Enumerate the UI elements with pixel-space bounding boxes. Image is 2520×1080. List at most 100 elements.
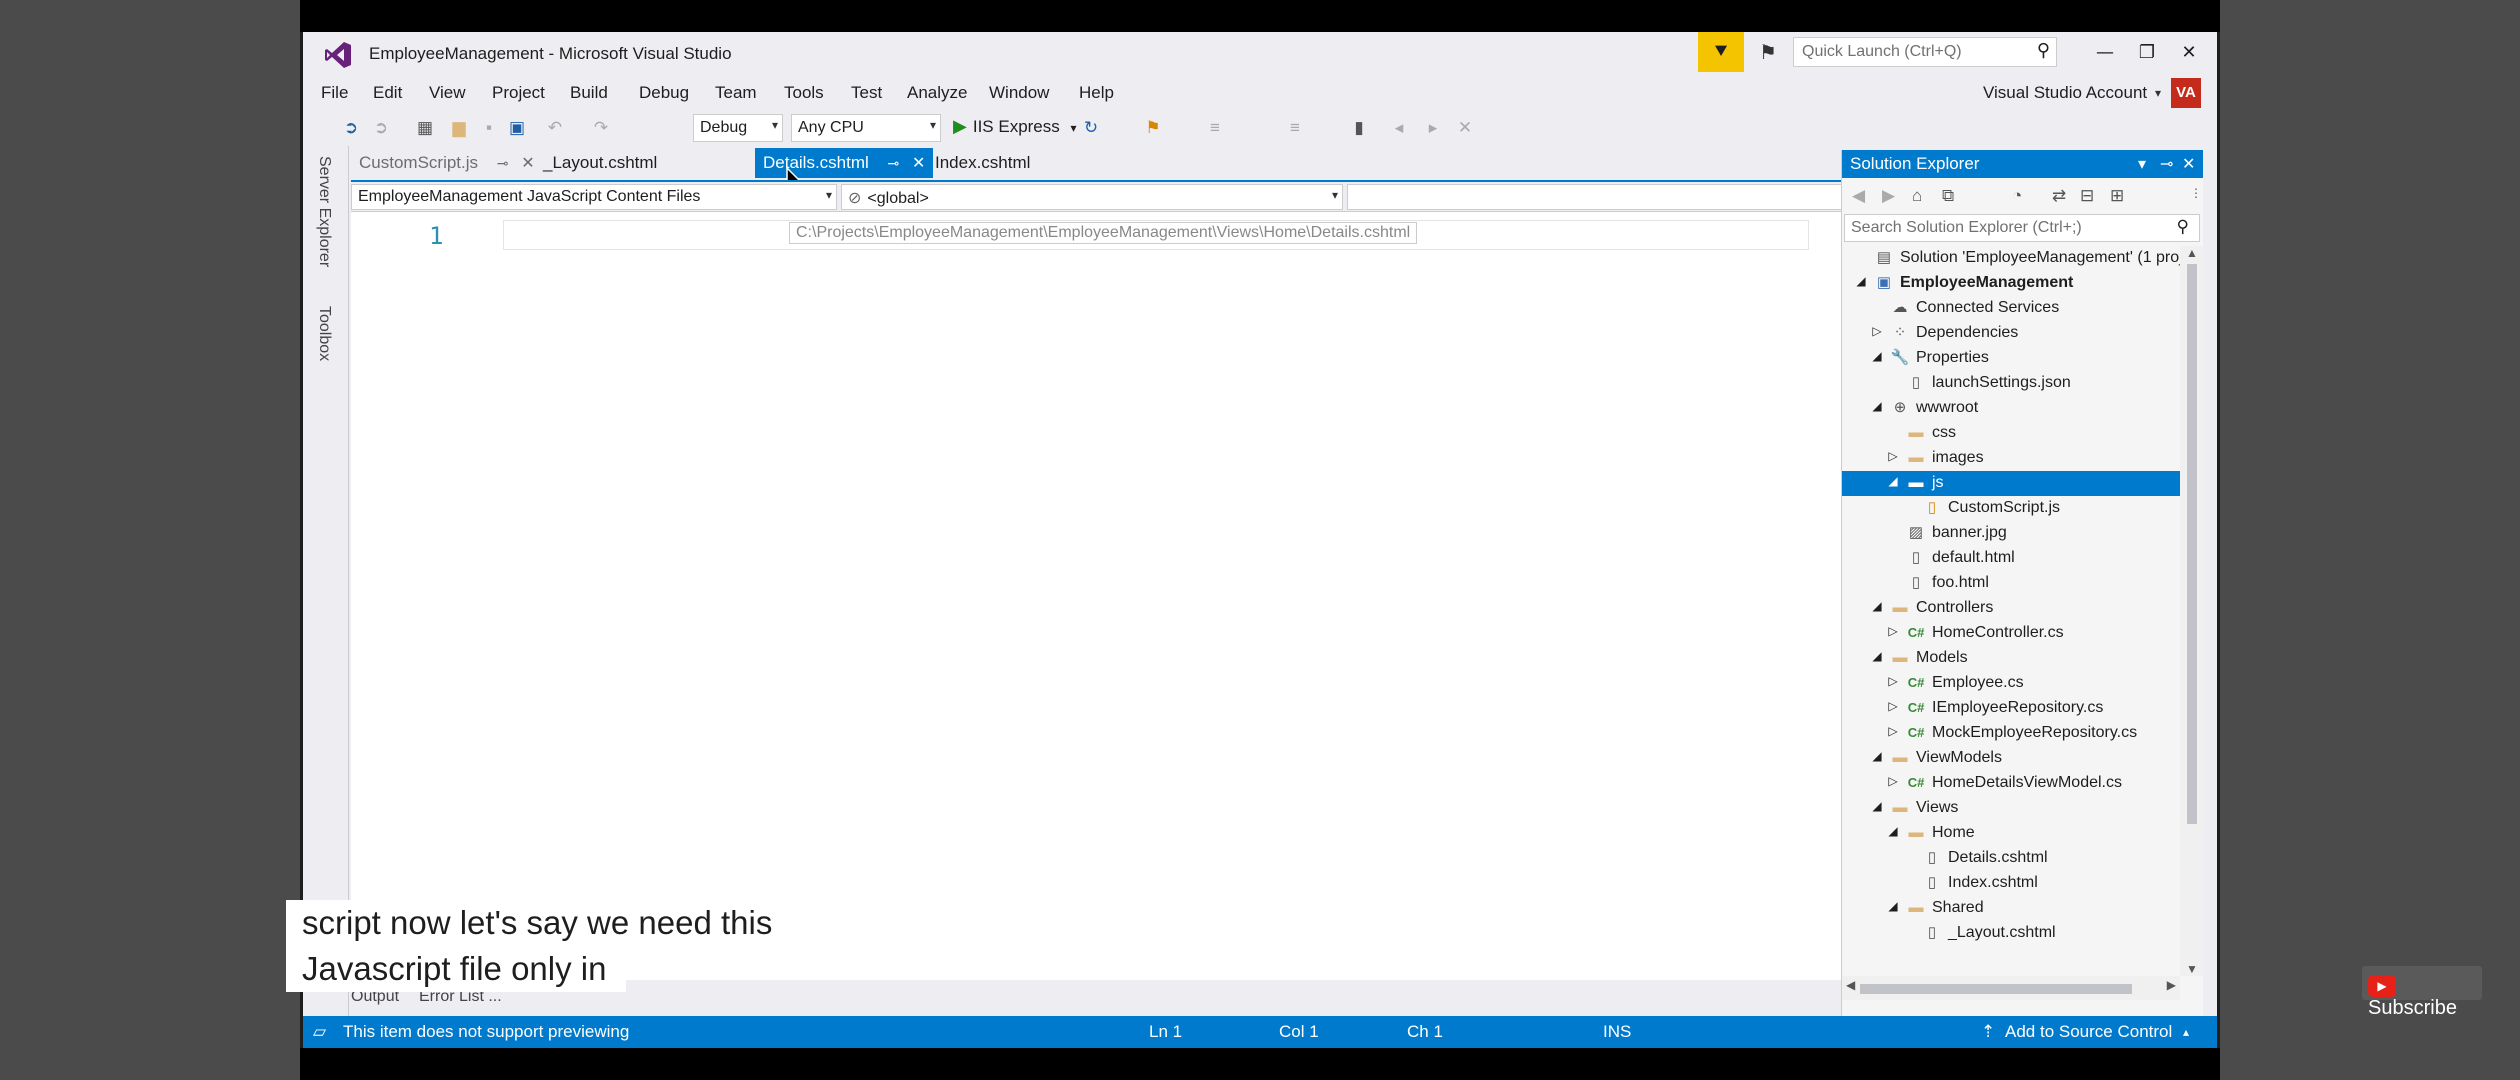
menu-edit[interactable]: Edit xyxy=(373,83,402,103)
menu-test[interactable]: Test xyxy=(851,83,882,103)
tree-item[interactable]: ▷ C# MockEmployeeRepository.cs xyxy=(1842,721,2180,746)
tab-details-cshtml[interactable]: Details.cshtml ⊸ ✕ xyxy=(755,148,934,178)
close-icon[interactable]: ✕ xyxy=(521,155,534,172)
tree-item[interactable]: ◢ ▬ Views xyxy=(1842,796,2180,821)
minimize-button[interactable]: — xyxy=(2087,38,2123,68)
menu-build[interactable]: Build xyxy=(570,83,608,103)
solution-explorer-horizontal-scrollbar[interactable]: ◀ ▶ xyxy=(1842,976,2180,1000)
tree-item[interactable]: ▯ launchSettings.json xyxy=(1842,371,2180,396)
switch-views-icon[interactable]: ⧉ xyxy=(1942,186,1954,206)
close-window-button[interactable]: ✕ xyxy=(2171,38,2207,68)
tree-item[interactable]: ▨ banner.jpg xyxy=(1842,521,2180,546)
collapse-arrow-icon[interactable]: ◢ xyxy=(1870,599,1884,613)
bookmark-icon[interactable]: ▮ xyxy=(1347,116,1371,140)
menu-project[interactable]: Project xyxy=(492,83,545,103)
server-explorer-tab[interactable]: Server Explorer xyxy=(315,156,333,267)
navigate-forward-icon[interactable]: ➲ xyxy=(369,116,393,140)
window-position-chevron-down-icon[interactable]: ▾ xyxy=(2138,154,2146,174)
code-editor[interactable]: EmployeeManagement JavaScript Content Fi… xyxy=(351,180,1889,982)
tree-item[interactable]: ▷ C# HomeDetailsViewModel.cs xyxy=(1842,771,2180,796)
collapse-arrow-icon[interactable]: ◢ xyxy=(1886,899,1900,913)
collapse-arrow-icon[interactable]: ◢ xyxy=(1870,349,1884,363)
tree-item[interactable]: ◢ ▬ Controllers xyxy=(1842,596,2180,621)
expand-arrow-icon[interactable]: ▷ xyxy=(1886,724,1900,738)
menu-help[interactable]: Help xyxy=(1079,83,1114,103)
expand-arrow-icon[interactable]: ▷ xyxy=(1886,449,1900,463)
tree-item[interactable]: ◢ ▬ Shared xyxy=(1842,896,2180,921)
expand-arrow-icon[interactable]: ▷ xyxy=(1886,774,1900,788)
tree-item[interactable]: ◢ ▬ Models xyxy=(1842,646,2180,671)
collapse-arrow-icon[interactable]: ◢ xyxy=(1854,274,1868,288)
notifications-icon[interactable]: ⚑ xyxy=(1753,40,1783,66)
expand-arrow-icon[interactable]: ▷ xyxy=(1886,674,1900,688)
new-project-icon[interactable]: ▦ xyxy=(413,116,437,140)
show-all-files-icon[interactable]: ⊞ xyxy=(2110,186,2124,206)
toolbox-tab[interactable]: Toolbox xyxy=(315,306,333,361)
refresh-icon[interactable]: ↻ xyxy=(1079,116,1103,140)
solution-explorer-search-input[interactable]: Search Solution Explorer (Ctrl+;) ⚲ xyxy=(1844,214,2200,242)
open-file-icon[interactable]: ▆ xyxy=(447,116,471,140)
pin-icon[interactable]: ⊸ xyxy=(2160,154,2173,174)
tree-item[interactable]: ▷ C# IEmployeeRepository.cs xyxy=(1842,696,2180,721)
expand-arrow-icon[interactable]: ▷ xyxy=(1886,624,1900,638)
tree-item[interactable]: ▯ CustomScript.js xyxy=(1842,496,2180,521)
back-icon[interactable]: ◀ xyxy=(1852,186,1865,206)
solution-configuration-select[interactable]: Debug ▾ xyxy=(693,114,783,142)
save-all-icon[interactable]: ▣ xyxy=(505,116,529,140)
tree-item[interactable]: ▷ C# HomeController.cs xyxy=(1842,621,2180,646)
scrollbar-thumb[interactable] xyxy=(2187,264,2197,824)
forward-icon[interactable]: ▶ xyxy=(1882,186,1895,206)
sync-icon[interactable]: ⇄ xyxy=(2052,186,2066,206)
close-icon[interactable]: ✕ xyxy=(2182,154,2195,174)
undo-icon[interactable]: ↶ xyxy=(543,116,567,140)
expand-arrow-icon[interactable]: ▷ xyxy=(1870,324,1884,338)
menu-view[interactable]: View xyxy=(429,83,466,103)
tree-item[interactable]: ◢ 🔧 Properties xyxy=(1842,346,2180,371)
solution-platform-select[interactable]: Any CPU ▾ xyxy=(791,114,941,142)
collapse-arrow-icon[interactable]: ◢ xyxy=(1870,749,1884,763)
restore-button[interactable]: ❐ xyxy=(2129,38,2165,68)
project-dropdown[interactable]: EmployeeManagement JavaScript Content Fi… xyxy=(351,184,837,210)
quick-launch-input[interactable]: Quick Launch (Ctrl+Q) ⚲ xyxy=(1793,37,2057,67)
expand-arrow-icon[interactable]: ▷ xyxy=(1886,699,1900,713)
add-to-source-control-button[interactable]: Add to Source Control xyxy=(2005,1022,2172,1042)
collapse-arrow-icon[interactable]: ◢ xyxy=(1886,824,1900,838)
comment-icon[interactable]: ≡ xyxy=(1283,116,1307,140)
menu-team[interactable]: Team xyxy=(715,83,757,103)
tree-item[interactable]: ▤ Solution 'EmployeeManagement' (1 projec… xyxy=(1842,246,2180,271)
menu-window[interactable]: Window xyxy=(989,83,1049,103)
tree-item[interactable]: ◢ ▬ ViewModels xyxy=(1842,746,2180,771)
menu-analyze[interactable]: Analyze xyxy=(907,83,967,103)
menu-debug[interactable]: Debug xyxy=(639,83,689,103)
redo-icon[interactable]: ↷ xyxy=(589,116,613,140)
tree-item[interactable]: ☁ Connected Services xyxy=(1842,296,2180,321)
start-debugging-button[interactable]: ▶ IIS Express ▾ xyxy=(953,116,1077,137)
tab-customscript-js[interactable]: CustomScript.js ⊸ ✕ xyxy=(351,148,543,178)
menu-tools[interactable]: Tools xyxy=(784,83,824,103)
tree-item[interactable]: ▷ ⁘ Dependencies xyxy=(1842,321,2180,346)
close-icon[interactable]: ✕ xyxy=(912,155,925,172)
subscribe-button[interactable]: ▶Subscribe xyxy=(2362,966,2482,1019)
pin-icon[interactable]: ⊸ xyxy=(888,155,900,171)
save-icon[interactable]: ▪ xyxy=(477,116,501,140)
tree-item[interactable]: ◢ ⊕ wwwroot xyxy=(1842,396,2180,421)
tree-item[interactable]: ◢ ▣ EmployeeManagement xyxy=(1842,271,2180,296)
chevron-up-icon[interactable]: ▴ xyxy=(2183,1025,2189,1039)
menu-file[interactable]: File xyxy=(321,83,348,103)
scroll-down-icon[interactable]: ▼ xyxy=(2186,962,2198,976)
tree-item[interactable]: ▯ default.html xyxy=(1842,546,2180,571)
collapse-arrow-icon[interactable]: ◢ xyxy=(1870,799,1884,813)
scroll-left-icon[interactable]: ◀ xyxy=(1846,978,1855,992)
tree-item[interactable]: ▯ Index.cshtml xyxy=(1842,871,2180,896)
clear-bookmarks-icon[interactable]: ✕ xyxy=(1453,116,1477,140)
scroll-right-icon[interactable]: ▶ xyxy=(2167,978,2176,992)
member-dropdown[interactable]: ▾ xyxy=(1347,184,1867,210)
scroll-up-icon[interactable]: ▲ xyxy=(2186,246,2198,260)
tree-item[interactable]: ▷ ▬ images xyxy=(1842,446,2180,471)
tree-item[interactable]: ▯ _Layout.cshtml xyxy=(1842,921,2180,946)
navigate-back-icon[interactable]: ➲ xyxy=(339,116,363,140)
tree-item[interactable]: ◢ ▬ Home xyxy=(1842,821,2180,846)
avatar[interactable]: VA xyxy=(2171,78,2201,108)
pin-icon[interactable]: ⊸ xyxy=(497,155,509,171)
source-control-up-arrow-icon[interactable]: ⇡ xyxy=(1981,1022,1995,1042)
